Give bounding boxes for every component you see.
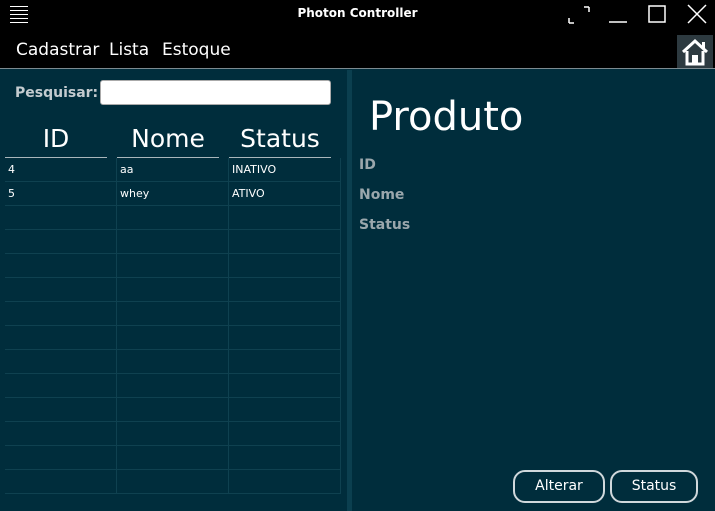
cell-empty bbox=[117, 374, 229, 398]
table-row-empty[interactable] bbox=[0, 230, 347, 254]
cell-empty bbox=[229, 326, 341, 350]
app-window: Photon Controller Cadastrar Lista Estoqu… bbox=[0, 0, 715, 511]
product-table: 4 aa INATIVO 5 whey ATIVO bbox=[0, 158, 347, 511]
alterar-button[interactable]: Alterar bbox=[513, 470, 605, 503]
cell-empty bbox=[117, 254, 229, 278]
cell-empty bbox=[117, 206, 229, 230]
detail-title: Produto bbox=[369, 94, 524, 140]
search-label: Pesquisar: bbox=[15, 85, 99, 101]
cell-empty bbox=[117, 350, 229, 374]
menu-bar: Cadastrar Lista Estoque bbox=[0, 30, 715, 69]
cell-empty bbox=[229, 206, 341, 230]
column-header-id[interactable]: ID bbox=[5, 125, 107, 158]
cell-empty bbox=[5, 278, 117, 302]
minimize-icon[interactable] bbox=[604, 3, 632, 27]
cell-empty bbox=[117, 446, 229, 470]
menu-item-cadastrar[interactable]: Cadastrar bbox=[16, 40, 99, 60]
cell-id: 5 bbox=[5, 182, 117, 206]
cell-empty bbox=[5, 254, 117, 278]
table-row-empty[interactable] bbox=[0, 206, 347, 230]
table-row-empty[interactable] bbox=[0, 446, 347, 470]
menu-item-lista[interactable]: Lista bbox=[109, 40, 149, 60]
cell-empty bbox=[5, 230, 117, 254]
cell-empty bbox=[229, 398, 341, 422]
cell-empty bbox=[5, 206, 117, 230]
cell-empty bbox=[117, 398, 229, 422]
cell-status: ATIVO bbox=[229, 182, 341, 206]
maximize-icon[interactable] bbox=[643, 3, 671, 27]
cell-empty bbox=[229, 374, 341, 398]
menu-item-estoque[interactable]: Estoque bbox=[162, 40, 231, 60]
cell-status: INATIVO bbox=[229, 158, 341, 182]
cell-empty bbox=[229, 230, 341, 254]
table-row-empty[interactable] bbox=[0, 398, 347, 422]
cell-empty bbox=[117, 278, 229, 302]
table-row-empty[interactable] bbox=[0, 326, 347, 350]
cell-empty bbox=[229, 350, 341, 374]
cell-empty bbox=[5, 326, 117, 350]
cell-empty bbox=[117, 422, 229, 446]
detail-label-nome: Nome bbox=[359, 187, 405, 203]
fullscreen-icon[interactable] bbox=[565, 3, 593, 27]
table-row[interactable]: 5 whey ATIVO bbox=[0, 182, 347, 206]
table-row-empty[interactable] bbox=[0, 374, 347, 398]
cell-empty bbox=[117, 326, 229, 350]
column-header-status[interactable]: Status bbox=[229, 125, 331, 158]
cell-id: 4 bbox=[5, 158, 117, 182]
table-row-empty[interactable] bbox=[0, 278, 347, 302]
product-detail-panel: Produto ID Nome Status Alterar Status bbox=[352, 70, 715, 511]
cell-empty bbox=[5, 398, 117, 422]
cell-empty bbox=[229, 422, 341, 446]
hamburger-icon[interactable] bbox=[10, 6, 28, 24]
title-bar: Photon Controller bbox=[0, 0, 715, 30]
cell-nome: whey bbox=[117, 182, 229, 206]
close-icon[interactable] bbox=[683, 3, 711, 27]
home-icon[interactable] bbox=[677, 35, 713, 68]
cell-empty bbox=[5, 302, 117, 326]
cell-empty bbox=[229, 446, 341, 470]
cell-empty bbox=[229, 470, 341, 494]
cell-empty bbox=[117, 470, 229, 494]
cell-empty bbox=[229, 302, 341, 326]
cell-empty bbox=[5, 374, 117, 398]
cell-nome: aa bbox=[117, 158, 229, 182]
table-row-empty[interactable] bbox=[0, 350, 347, 374]
table-row-empty[interactable] bbox=[0, 302, 347, 326]
search-input[interactable] bbox=[100, 80, 331, 105]
status-button[interactable]: Status bbox=[610, 470, 698, 503]
cell-empty bbox=[5, 446, 117, 470]
column-header-nome[interactable]: Nome bbox=[117, 125, 219, 158]
detail-label-id: ID bbox=[359, 157, 376, 173]
detail-label-status: Status bbox=[359, 217, 411, 233]
cell-empty bbox=[5, 422, 117, 446]
cell-empty bbox=[5, 470, 117, 494]
cell-empty bbox=[5, 350, 117, 374]
table-row-empty[interactable] bbox=[0, 470, 347, 494]
table-row-empty[interactable] bbox=[0, 254, 347, 278]
table-row[interactable]: 4 aa INATIVO bbox=[0, 158, 347, 182]
product-list-panel: Pesquisar: ID Nome Status 4 aa INATIVO 5… bbox=[0, 70, 347, 511]
cell-empty bbox=[229, 254, 341, 278]
cell-empty bbox=[117, 302, 229, 326]
cell-empty bbox=[117, 230, 229, 254]
table-row-empty[interactable] bbox=[0, 422, 347, 446]
cell-empty bbox=[229, 278, 341, 302]
